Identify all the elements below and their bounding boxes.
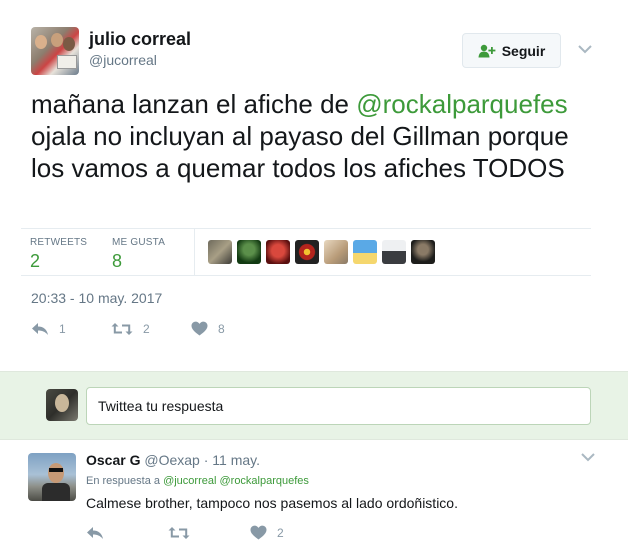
reply-text: Calmese brother, tampoco nos pasemos al … [86, 495, 458, 511]
reply-icon [87, 526, 103, 539]
reply-actions: 2 [86, 525, 332, 540]
retweet-action[interactable]: 2 [111, 321, 191, 336]
author-username[interactable]: @jucorreal [89, 52, 157, 68]
reply-time[interactable]: · 11 may. [204, 452, 260, 468]
reply-author[interactable]: Oscar G @Oexap · 11 may. [86, 452, 260, 468]
in-reply-prefix: En respuesta a [86, 475, 164, 487]
tweet-text-part: ojala no incluyan al payaso del Gillman … [31, 121, 569, 183]
tweet-text: mañana lanzan el afiche de @rockalparque… [31, 88, 601, 184]
tweet-stats: RETWEETS 2 ME GUSTA 8 [21, 228, 591, 276]
chevron-down-icon[interactable] [581, 453, 595, 462]
add-user-icon [478, 44, 496, 57]
author-fullname[interactable]: julio correal [89, 29, 191, 50]
liker-avatar[interactable] [353, 240, 377, 264]
reply-count: 1 [59, 321, 66, 336]
like-count: 2 [277, 525, 284, 540]
mention-link[interactable]: @rockalparquefes [356, 89, 567, 119]
reply-action[interactable]: 1 [31, 321, 111, 336]
retweet-icon [111, 322, 133, 335]
retweets-label: RETWEETS [30, 237, 88, 248]
mention-link[interactable]: @rockalparquefes [219, 475, 308, 487]
author-avatar[interactable] [31, 27, 79, 75]
like-action[interactable]: 2 [250, 525, 332, 540]
reply-author-avatar[interactable] [28, 453, 76, 501]
mention-link[interactable]: @jucorreal [163, 475, 216, 487]
current-user-avatar [46, 389, 78, 421]
likers-avatars [208, 240, 435, 264]
retweet-action[interactable] [168, 525, 250, 540]
tweet-timestamp[interactable]: 20:33 - 10 may. 2017 [31, 290, 162, 306]
reply-author-fullname[interactable]: Oscar G [86, 452, 140, 468]
likes-count: 8 [112, 251, 123, 271]
retweet-count: 2 [143, 321, 150, 336]
retweets-stat[interactable]: RETWEETS 2 [30, 237, 87, 272]
like-count: 8 [218, 321, 225, 336]
liker-avatar[interactable] [208, 240, 232, 264]
liker-avatar[interactable] [382, 240, 406, 264]
liker-avatar[interactable] [411, 240, 435, 264]
heart-icon [191, 321, 208, 336]
reply-icon [32, 322, 48, 335]
reply-input[interactable]: Twittea tu respuesta [86, 387, 591, 425]
like-action[interactable]: 8 [191, 321, 271, 336]
in-reply-to: En respuesta a @jucorreal @rockalparquef… [86, 475, 309, 487]
likes-stat[interactable]: ME GUSTA 8 [112, 237, 165, 272]
divider [194, 229, 195, 276]
liker-avatar[interactable] [295, 240, 319, 264]
heart-icon [250, 525, 267, 540]
reply-action[interactable] [86, 525, 168, 540]
chevron-down-icon[interactable] [578, 45, 592, 54]
likes-label: ME GUSTA [112, 237, 166, 248]
liker-avatar[interactable] [324, 240, 348, 264]
follow-button-label: Seguir [501, 42, 546, 59]
tweet-text-part: mañana lanzan el afiche de [31, 89, 357, 119]
liker-avatar[interactable] [237, 240, 261, 264]
retweet-icon [168, 526, 190, 539]
tweet-actions: 1 2 8 [31, 321, 271, 336]
retweets-count: 2 [30, 251, 41, 271]
follow-button[interactable]: Seguir [462, 33, 561, 68]
reply-author-username[interactable]: @Oexap [144, 452, 199, 468]
liker-avatar[interactable] [266, 240, 290, 264]
